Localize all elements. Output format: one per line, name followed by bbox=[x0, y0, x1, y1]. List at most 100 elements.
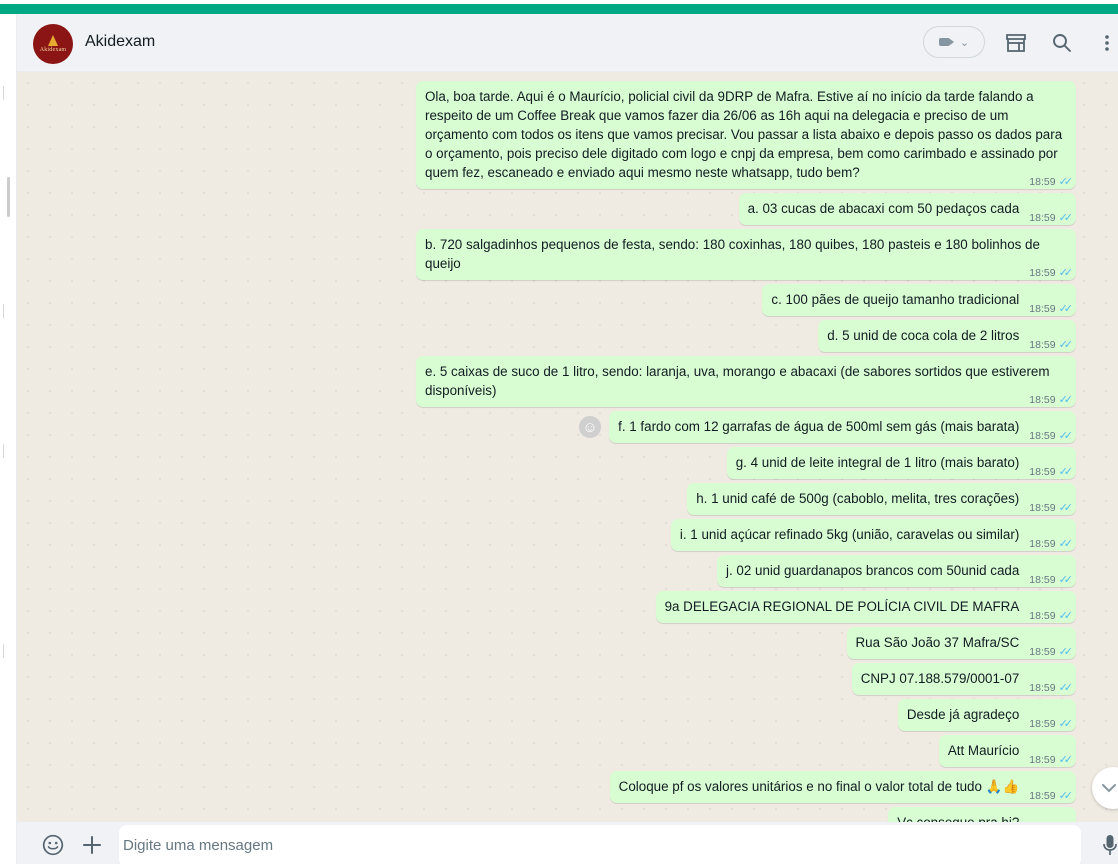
message-timestamp: 18:59 bbox=[1029, 682, 1056, 694]
read-receipt-icon: ✓✓ bbox=[1058, 502, 1074, 514]
outgoing-message-bubble[interactable]: Vc consegue pra hj?18:59✓✓ bbox=[888, 807, 1076, 822]
outgoing-message-bubble[interactable]: d. 5 unid de coca cola de 2 litros 18:59 ✓… bbox=[818, 320, 1076, 352]
message-meta: 18:59 ✓✓ bbox=[1029, 715, 1073, 734]
message-row: a. 03 cucas de abacaxi com 50 pedaços ca… bbox=[738, 193, 1076, 225]
message-timestamp: 18:59 bbox=[1029, 176, 1056, 188]
outgoing-message-bubble[interactable]: f. 1 fardo com 12 garrafas de água de 50… bbox=[609, 411, 1076, 443]
outgoing-message-bubble[interactable]: j. 02 unid guardanapos brancos com 50uni… bbox=[716, 555, 1076, 590]
contact-avatar[interactable]: Akidexam bbox=[33, 24, 73, 64]
outgoing-message-bubble[interactable]: b. 720 salgadinhos pequenos de festa, se… bbox=[416, 229, 1076, 280]
message-row: h. 1 unid café de 500g (caboblo, melita,… bbox=[687, 483, 1076, 515]
chevron-down-icon bbox=[1102, 784, 1116, 793]
store-button[interactable] bbox=[1003, 30, 1029, 56]
message-text: Ola, boa tarde. Aqui é o Maurício, polic… bbox=[425, 89, 1063, 180]
chat-list-edge bbox=[0, 14, 17, 864]
message-timestamp: 18:59 bbox=[1029, 790, 1056, 802]
message-timestamp: 18:59 bbox=[1029, 646, 1056, 658]
message-input[interactable] bbox=[119, 826, 1023, 864]
emoji-icon bbox=[42, 834, 64, 856]
message-row: d. 5 unid de coca cola de 2 litros 18:59 ✓… bbox=[818, 320, 1076, 352]
avatar-logo-text: Akidexam bbox=[39, 47, 67, 53]
plus-icon bbox=[83, 836, 101, 854]
message-text: Att Maurício bbox=[947, 743, 1020, 758]
message-meta: 18:59 ✓✓ bbox=[1029, 264, 1073, 283]
message-text: Desde já agradeço bbox=[906, 707, 1020, 722]
message-row: Ola, boa tarde. Aqui é o Maurício, polic… bbox=[416, 81, 1076, 189]
message-meta: 18:59 ✓✓ bbox=[1029, 173, 1073, 192]
menu-icon bbox=[1105, 35, 1109, 51]
video-call-icon bbox=[938, 38, 954, 46]
outgoing-message-bubble[interactable]: Ola, boa tarde. Aqui é o Maurício, polic… bbox=[416, 81, 1076, 189]
message-row: Desde já agradeço 18:59 ✓✓ bbox=[897, 699, 1076, 734]
outgoing-message-bubble[interactable]: Coloque pf os valores unitários e no fin… bbox=[609, 771, 1076, 806]
message-timestamp: 18:59 bbox=[1029, 502, 1056, 514]
read-receipt-icon: ✓✓ bbox=[1058, 682, 1074, 694]
message-row: e. 5 caixas de suco de 1 litro, sendo: l… bbox=[416, 356, 1076, 407]
outgoing-message-bubble[interactable]: CNPJ 07.188.579/0001-07 18:59 ✓✓ bbox=[851, 663, 1076, 698]
whatsapp-app: Akidexam Akidexam ⌄ Ola, boa tarde. Aqui… bbox=[0, 0, 1118, 864]
outgoing-message-bubble[interactable]: Desde já agradeço 18:59 ✓✓ bbox=[897, 699, 1076, 734]
outgoing-message-bubble[interactable]: 9a DELEGACIA REGIONAL DE POLÍCIA CIVIL D… bbox=[655, 591, 1076, 626]
message-text: e. 5 caixas de suco de 1 litro, sendo: l… bbox=[425, 364, 1050, 398]
message-text: c. 100 pães de queijo tamanho tradiciona… bbox=[771, 292, 1020, 307]
message-text: d. 5 unid de coca cola de 2 litros bbox=[827, 328, 1020, 343]
message-timestamp: 18:59 bbox=[1029, 430, 1056, 442]
message-meta: 18:59 ✓✓ bbox=[1029, 571, 1074, 590]
message-timestamp: 18:59 bbox=[1029, 538, 1056, 550]
message-meta: 18:59 ✓✓ bbox=[1029, 463, 1073, 482]
message-row: c. 100 pães de queijo tamanho tradiciona… bbox=[762, 284, 1076, 316]
message-timestamp: 18:59 bbox=[1029, 394, 1056, 406]
outgoing-message-bubble[interactable]: i. 1 unid açúcar refinado 5kg (união, ca… bbox=[670, 519, 1076, 551]
outgoing-message-bubble[interactable]: Att Maurício 18:59 ✓✓ bbox=[938, 735, 1076, 770]
message-text: Rua São João 37 Mafra/SC bbox=[855, 635, 1020, 650]
search-button[interactable] bbox=[1049, 30, 1075, 56]
attach-button[interactable] bbox=[80, 833, 104, 857]
message-row: Rua São João 37 Mafra/SC 18:59 ✓✓ bbox=[846, 627, 1076, 659]
message-meta: 18:59 ✓✓ bbox=[1029, 300, 1074, 319]
message-text: g. 4 unid de leite integral de 1 litro (… bbox=[735, 455, 1020, 470]
emoji-button[interactable] bbox=[41, 833, 65, 857]
message-text: Vc consegue pra hj? bbox=[897, 815, 1019, 822]
video-call-button[interactable]: ⌄ bbox=[923, 26, 985, 58]
message-row: Vc consegue pra hj?18:59✓✓ bbox=[888, 807, 1076, 822]
menu-button[interactable] bbox=[1094, 30, 1118, 56]
message-timestamp: 18:59 bbox=[1029, 267, 1056, 279]
message-meta: 18:59 ✓✓ bbox=[1029, 427, 1073, 446]
message-input-box[interactable] bbox=[119, 825, 1081, 864]
message-meta: 18:59 ✓✓ bbox=[1029, 679, 1074, 698]
message-meta: 18:59 ✓✓ bbox=[1029, 787, 1074, 806]
scrollbar-thumb[interactable] bbox=[7, 177, 10, 217]
message-pane[interactable]: Ola, boa tarde. Aqui é o Maurício, polic… bbox=[17, 72, 1118, 822]
outgoing-message-bubble[interactable]: Rua São João 37 Mafra/SC 18:59 ✓✓ bbox=[846, 627, 1076, 659]
message-timestamp: 18:59 bbox=[1029, 574, 1056, 586]
message-text: b. 720 salgadinhos pequenos de festa, se… bbox=[425, 237, 1040, 271]
message-meta: 18:59 ✓✓ bbox=[1029, 391, 1074, 410]
read-receipt-icon: ✓✓ bbox=[1058, 212, 1074, 224]
voice-message-button[interactable] bbox=[1100, 832, 1118, 858]
composer-bar bbox=[17, 822, 1118, 864]
chat-header[interactable]: Akidexam Akidexam ⌄ bbox=[17, 14, 1118, 72]
search-icon bbox=[1053, 34, 1071, 52]
outgoing-message-bubble[interactable]: e. 5 caixas de suco de 1 litro, sendo: l… bbox=[416, 356, 1076, 407]
reaction-emoji-icon[interactable]: ☺ bbox=[579, 416, 602, 438]
message-row: Att Maurício 18:59 ✓✓ bbox=[938, 735, 1076, 770]
message-text: Coloque pf os valores unitários e no fin… bbox=[618, 779, 982, 794]
outgoing-message-bubble[interactable]: c. 100 pães de queijo tamanho tradiciona… bbox=[762, 284, 1076, 316]
read-receipt-icon: ✓✓ bbox=[1058, 303, 1074, 315]
read-receipt-icon: ✓✓ bbox=[1058, 790, 1074, 802]
message-text: CNPJ 07.188.579/0001-07 bbox=[860, 671, 1020, 686]
message-text: 9a DELEGACIA REGIONAL DE POLÍCIA CIVIL D… bbox=[664, 599, 1020, 614]
contact-name[interactable]: Akidexam bbox=[85, 33, 155, 51]
message-row: Coloque pf os valores unitários e no fin… bbox=[609, 771, 1076, 806]
message-meta: 18:59 ✓✓ bbox=[1029, 751, 1073, 770]
message-meta: 18:59 ✓✓ bbox=[1029, 607, 1073, 626]
message-timestamp: 18:59 bbox=[1029, 212, 1056, 224]
read-receipt-icon: ✓✓ bbox=[1058, 646, 1074, 658]
message-meta: 18:59 ✓✓ bbox=[1029, 336, 1073, 355]
read-receipt-icon: ✓✓ bbox=[1058, 394, 1074, 406]
outgoing-message-bubble[interactable]: g. 4 unid de leite integral de 1 litro (… bbox=[726, 447, 1076, 482]
outgoing-message-bubble[interactable]: h. 1 unid café de 500g (caboblo, melita,… bbox=[687, 483, 1076, 515]
read-receipt-icon: ✓✓ bbox=[1058, 574, 1074, 586]
outgoing-message-bubble[interactable]: a. 03 cucas de abacaxi com 50 pedaços ca… bbox=[738, 193, 1076, 225]
message-row: 9a DELEGACIA REGIONAL DE POLÍCIA CIVIL D… bbox=[655, 591, 1076, 626]
